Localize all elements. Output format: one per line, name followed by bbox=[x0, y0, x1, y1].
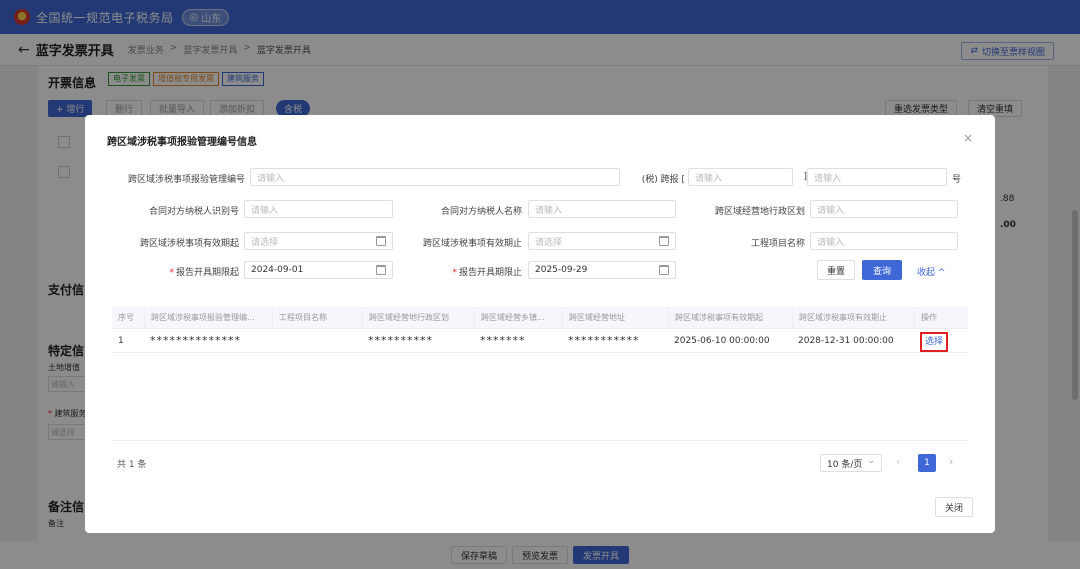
counterpart-id-label: 合同对方纳税人识别号 bbox=[148, 207, 239, 217]
column-header: 跨区域经营地址 bbox=[562, 307, 668, 329]
column-header: 跨区域涉税事项有效期止 bbox=[792, 307, 914, 329]
counterpart-name-label: 合同对方纳税人名称 bbox=[440, 207, 522, 217]
valid-start-date-picker[interactable]: 请选择 bbox=[244, 232, 393, 250]
valid-end-placeholder: 请选择 bbox=[535, 237, 563, 248]
region-label: 跨区域经营地行政区划 bbox=[714, 207, 805, 217]
calendar-icon bbox=[376, 236, 386, 246]
report-end-date-picker[interactable]: 2025-09-29 bbox=[528, 261, 676, 279]
region-cell: ********** bbox=[368, 334, 433, 347]
valid-start-placeholder: 请选择 bbox=[251, 237, 279, 248]
report-start-label: * 报告开具期限起 bbox=[105, 265, 239, 278]
tax-year-input[interactable]: 请输入 bbox=[688, 168, 793, 186]
close-button[interactable]: 关闭 bbox=[935, 497, 973, 517]
query-button[interactable]: 查询 bbox=[862, 260, 902, 280]
number-suffix: 号 bbox=[951, 175, 961, 185]
report-end-label: * 报告开具期限止 bbox=[405, 265, 522, 278]
required-mark: * bbox=[169, 268, 174, 278]
reset-button[interactable]: 重置 bbox=[817, 260, 855, 280]
results-table: 序号 跨区域涉税事项报验管理编... 工程项目名称 跨区域经营地行政区划 跨区域… bbox=[112, 307, 968, 353]
next-page-icon[interactable]: › bbox=[949, 455, 953, 468]
current-page-button[interactable]: 1 bbox=[918, 454, 936, 472]
report-start-date-picker[interactable]: 2024-09-01 bbox=[244, 261, 393, 279]
mgmt-no-cell: ************** bbox=[150, 334, 241, 347]
chevron-down-icon: ⌄ bbox=[867, 456, 875, 466]
report-end-label-text: 报告开具期限止 bbox=[458, 268, 522, 278]
tax-prefix-label: (税) 跨报 [ bbox=[641, 175, 685, 185]
column-header: 操作 bbox=[914, 307, 968, 329]
column-header: 跨区域经营乡镇... bbox=[474, 307, 562, 329]
page-size-select[interactable]: 10 条/页 ⌄ bbox=[820, 454, 882, 472]
column-header: 跨区域经营地行政区划 bbox=[362, 307, 474, 329]
total-count: 共 1 条 bbox=[117, 460, 147, 470]
table-divider bbox=[112, 440, 968, 441]
project-name-cell bbox=[272, 329, 362, 353]
region-input[interactable]: 请输入 bbox=[810, 200, 958, 218]
column-header: 跨区域涉税事项报验管理编... bbox=[144, 307, 272, 329]
prev-page-icon[interactable]: ‹ bbox=[896, 455, 900, 468]
select-link[interactable]: 选择 bbox=[920, 332, 949, 352]
report-start-value: 2024-09-01 bbox=[251, 265, 304, 275]
counterpart-name-input[interactable]: 请输入 bbox=[528, 200, 676, 218]
column-header: 序号 bbox=[118, 313, 134, 322]
report-start-label-text: 报告开具期限起 bbox=[175, 268, 239, 278]
table-row: 1 ************** ********** ******* ****… bbox=[112, 329, 968, 353]
tax-number-input[interactable]: 请输入 bbox=[807, 168, 947, 186]
column-header: 工程项目名称 bbox=[272, 307, 362, 329]
valid-start-cell: 2025-06-10 00:00:00 bbox=[674, 336, 770, 346]
counterpart-id-input[interactable]: 请输入 bbox=[244, 200, 393, 218]
project-name-label: 工程项目名称 bbox=[750, 239, 805, 249]
mgmt-no-input[interactable]: 请输入 bbox=[250, 168, 620, 186]
valid-end-date-picker[interactable]: 请选择 bbox=[528, 232, 676, 250]
calendar-icon bbox=[659, 236, 669, 246]
dialog-title: 跨区域涉税事项报验管理编号信息 bbox=[107, 137, 257, 148]
cross-region-tax-dialog: 跨区域涉税事项报验管理编号信息 × 跨区域涉税事项报验管理编号 请输入 (税) … bbox=[85, 115, 995, 533]
township-cell: ******* bbox=[480, 334, 526, 347]
valid-end-cell: 2028-12-31 00:00:00 bbox=[798, 336, 894, 346]
row-index: 1 bbox=[118, 336, 124, 346]
mgmt-no-label: 跨区域涉税事项报验管理编号 bbox=[127, 175, 245, 185]
valid-start-label: 跨区域涉税事项有效期起 bbox=[139, 239, 239, 249]
project-name-input[interactable]: 请输入 bbox=[810, 232, 958, 250]
calendar-icon bbox=[659, 265, 669, 275]
report-end-value: 2025-09-29 bbox=[535, 265, 588, 275]
required-mark: * bbox=[452, 268, 457, 278]
address-cell: *********** bbox=[568, 334, 640, 347]
table-header: 序号 跨区域涉税事项报验管理编... 工程项目名称 跨区域经营地行政区划 跨区域… bbox=[112, 307, 968, 329]
page-size-value: 10 条/页 bbox=[827, 459, 863, 470]
action-cell: 选择 bbox=[914, 329, 968, 353]
column-header: 跨区域涉税事项有效期起 bbox=[668, 307, 792, 329]
valid-end-label: 跨区域涉税事项有效期止 bbox=[422, 239, 522, 249]
bracket-close: ] bbox=[803, 172, 807, 182]
collapse-toggle[interactable]: 收起 ^ bbox=[917, 265, 945, 278]
close-icon[interactable]: × bbox=[963, 131, 973, 145]
calendar-icon bbox=[376, 265, 386, 275]
